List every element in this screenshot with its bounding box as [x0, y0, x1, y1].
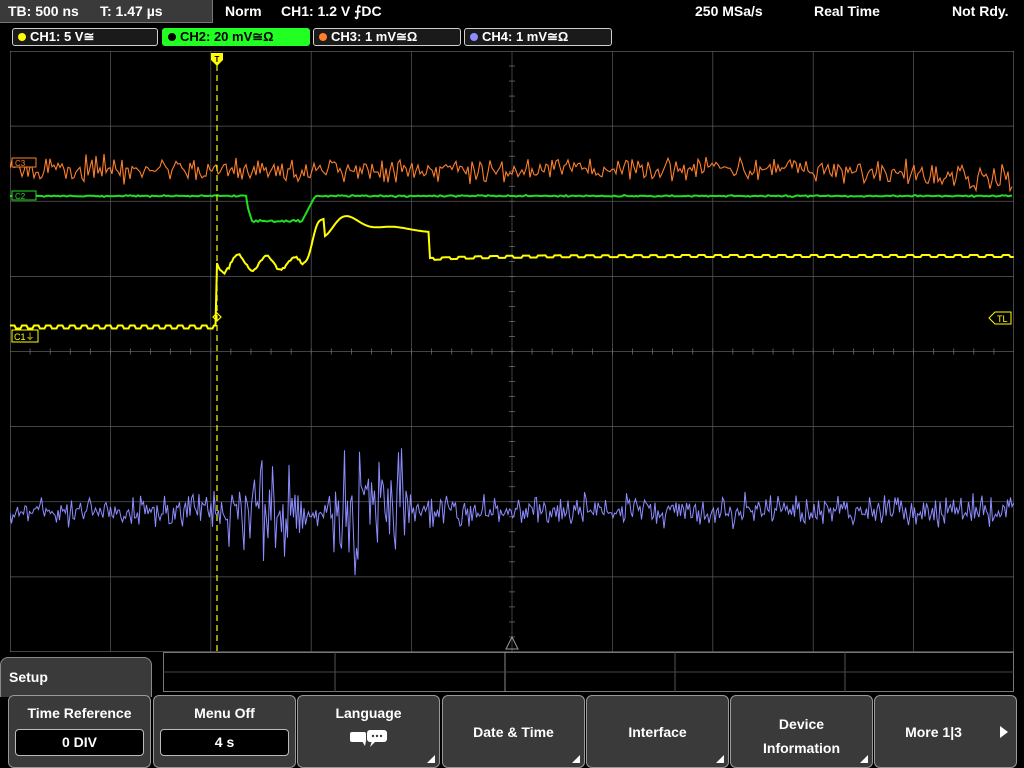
channel-tab-ch1[interactable]: CH1: 5 V≅ — [12, 28, 158, 46]
trigger-mode[interactable]: Norm — [225, 3, 262, 19]
channel-tab-label: CH3: 1 mV≅Ω — [331, 29, 418, 44]
sample-rate: 250 MSa/s — [695, 3, 763, 19]
ch4-color-dot — [470, 33, 478, 41]
play-arrow-icon — [1000, 726, 1008, 738]
softkey-title: Interface — [628, 724, 687, 740]
channel-tab-ch2[interactable]: CH2: 20 mV≅Ω — [162, 28, 310, 46]
submenu-indicator-icon — [572, 755, 580, 763]
channel-tab-ch3[interactable]: CH3: 1 mV≅Ω — [313, 28, 461, 46]
menu-title-tab: Setup — [0, 657, 152, 697]
channel-tab-ch4[interactable]: CH4: 1 mV≅Ω — [464, 28, 612, 46]
acquisition-mode: Real Time — [814, 3, 880, 19]
submenu-indicator-icon — [427, 755, 435, 763]
menu-off-button[interactable]: Menu Off 4 s — [153, 695, 296, 768]
ch3-ground-marker[interactable]: C3 — [11, 157, 37, 168]
ch3-ground-label: C3 — [15, 159, 26, 168]
waveform-display[interactable]: T C1⏚ C2 C3 TL — [10, 51, 1014, 652]
ch1-ground-marker[interactable]: C1⏚ — [11, 329, 39, 343]
timebase-panel[interactable]: TB: 500 ns T: 1.47 µs — [0, 0, 213, 23]
channel-tab-label: CH2: 20 mV≅Ω — [180, 29, 274, 44]
trigger-info[interactable]: CH1: 1.2 V ⨍DC — [281, 3, 382, 20]
softkey-title: Date & Time — [473, 724, 554, 740]
acquisition-status: Not Rdy. — [952, 3, 1009, 19]
language-button[interactable]: Language — [297, 695, 440, 768]
menu-off-value: 4 s — [160, 729, 289, 756]
softkey-title: More 1|3 — [905, 724, 962, 740]
channel-tab-label: CH1: 5 V≅ — [30, 29, 95, 44]
time-reference-value: 0 DIV — [15, 729, 144, 756]
timebase-value: TB: 500 ns — [8, 3, 79, 19]
ch1-color-dot — [18, 33, 26, 41]
submenu-indicator-icon — [860, 755, 868, 763]
time-reference-button[interactable]: Time Reference 0 DIV — [8, 695, 151, 768]
channel-tab-label: CH4: 1 mV≅Ω — [482, 29, 569, 44]
ch3-color-dot — [319, 33, 327, 41]
ch2-ground-label: C2 — [15, 192, 26, 201]
softkey-title: Time Reference — [27, 705, 132, 721]
ch2-ground-marker[interactable]: C2 — [11, 190, 37, 201]
date-time-button[interactable]: Date & Time — [442, 695, 585, 768]
softkey-title: Language — [335, 705, 402, 721]
ch2-color-dot — [168, 33, 176, 41]
submenu-indicator-icon — [716, 755, 724, 763]
svg-text:T: T — [215, 55, 220, 64]
more-button[interactable]: More 1|3 — [874, 695, 1017, 768]
softkey-title: Menu Off — [194, 705, 255, 721]
status-bar: TB: 500 ns T: 1.47 µs Norm CH1: 1.2 V ⨍D… — [0, 0, 1024, 24]
trigger-level-label: TL — [997, 314, 1008, 324]
ch1-ground-label: C1⏚ — [14, 332, 35, 342]
interface-button[interactable]: Interface — [586, 695, 729, 768]
speech-bubble-icon — [350, 730, 387, 747]
zoom-strip — [163, 652, 1014, 692]
menu-title: Setup — [9, 669, 48, 685]
trigger-time-value: T: 1.47 µs — [100, 3, 163, 19]
